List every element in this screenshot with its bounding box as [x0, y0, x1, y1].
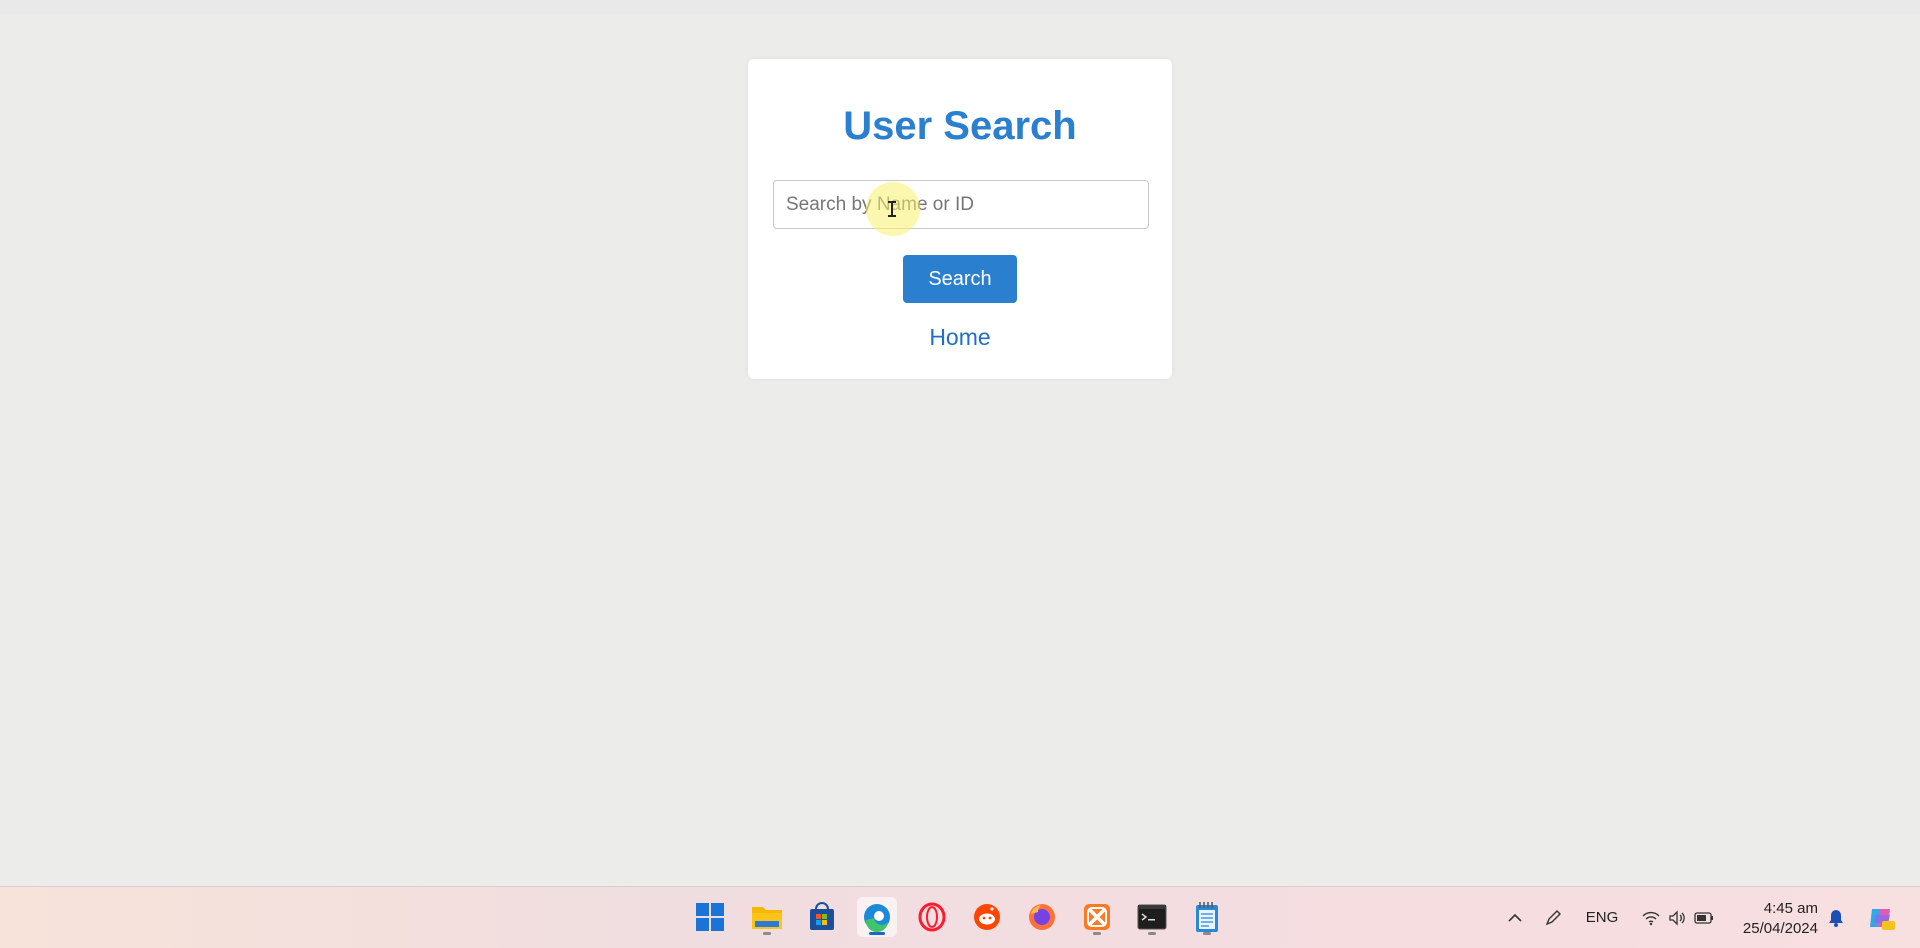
- store-icon: [810, 902, 834, 930]
- reddit-icon: [974, 904, 1000, 930]
- taskbar-xampp[interactable]: [1077, 897, 1117, 937]
- page-title: User Search: [843, 104, 1077, 148]
- language-indicator[interactable]: ENG: [1582, 887, 1622, 948]
- taskbar-firefox[interactable]: [1022, 897, 1062, 937]
- language-label: ENG: [1585, 909, 1619, 926]
- home-link[interactable]: Home: [860, 324, 1060, 351]
- taskbar: ENG 4:45 am 25/04/2024: [0, 886, 1920, 948]
- chevron-up-icon: [1508, 913, 1522, 922]
- copilot-icon: [1870, 908, 1895, 930]
- pen-menu-button[interactable]: [1540, 887, 1566, 948]
- quick-settings-button[interactable]: [1638, 887, 1718, 948]
- opera-icon: [918, 902, 946, 932]
- running-indicator: [1203, 932, 1211, 935]
- notepad-icon: [1196, 902, 1218, 932]
- start-button[interactable]: [690, 897, 730, 937]
- clock[interactable]: 4:45 am 25/04/2024: [1743, 899, 1818, 939]
- running-indicator: [1148, 932, 1156, 935]
- clock-date: 25/04/2024: [1742, 920, 1818, 937]
- running-indicator: [1093, 932, 1101, 935]
- taskbar-notepad[interactable]: [1187, 897, 1227, 937]
- taskbar-edge[interactable]: [857, 897, 897, 937]
- active-indicator: [869, 932, 885, 935]
- running-indicator: [763, 932, 771, 935]
- search-button[interactable]: Search: [903, 255, 1017, 303]
- battery-icon: [1694, 911, 1713, 924]
- copilot-button[interactable]: [1864, 887, 1898, 948]
- taskbar-file-explorer[interactable]: [747, 897, 787, 937]
- taskbar-reddit[interactable]: [967, 897, 1007, 937]
- taskbar-opera[interactable]: [912, 897, 952, 937]
- windows-logo-icon: [696, 903, 724, 931]
- firefox-icon: [1029, 904, 1055, 930]
- volume-icon: [1669, 909, 1685, 926]
- taskbar-microsoft-store[interactable]: [802, 897, 842, 937]
- show-hidden-icons-button[interactable]: [1502, 887, 1528, 948]
- taskbar-terminal[interactable]: [1132, 897, 1172, 937]
- bell-icon: [1829, 909, 1843, 927]
- pen-icon: [1545, 909, 1561, 925]
- search-input[interactable]: [773, 180, 1149, 229]
- notifications-button[interactable]: [1824, 887, 1848, 948]
- terminal-icon: [1137, 904, 1167, 930]
- xampp-icon: [1084, 904, 1110, 930]
- clock-time: 4:45 am: [1763, 900, 1818, 917]
- folder-icon: [752, 907, 782, 929]
- wifi-icon: [1642, 911, 1660, 925]
- edge-icon: [864, 904, 890, 932]
- browser-top-strip: [0, 0, 1920, 14]
